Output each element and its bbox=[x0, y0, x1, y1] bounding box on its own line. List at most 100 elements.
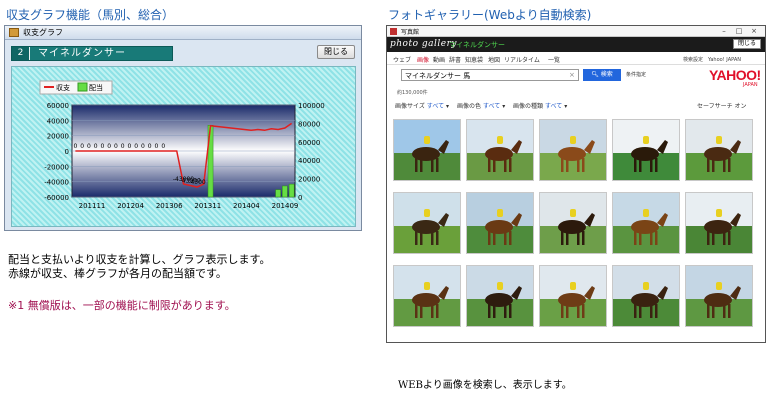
search-button-label: 検索 bbox=[600, 71, 613, 78]
nav-map[interactable]: 地図 bbox=[488, 55, 500, 64]
jockey-icon bbox=[497, 209, 503, 217]
maximize-icon[interactable]: □ bbox=[732, 26, 746, 36]
jockey-icon bbox=[497, 282, 503, 290]
data-label: 0 bbox=[107, 143, 111, 150]
data-label: 0 bbox=[121, 143, 125, 150]
nav-chiebukuro[interactable]: 知恵袋 bbox=[465, 55, 483, 64]
y-right-tick-label: 40000 bbox=[298, 157, 320, 165]
image-thumbnail[interactable] bbox=[393, 192, 461, 254]
description-line-2: 赤線が収支、棒グラフが各月の配当額です。 bbox=[8, 267, 227, 280]
data-label: 0 bbox=[80, 143, 84, 150]
y-left-tick-label: 0 bbox=[65, 148, 69, 156]
y-right-tick-label: 100000 bbox=[298, 102, 325, 110]
window-close-icon[interactable]: × bbox=[747, 26, 761, 36]
filter-type[interactable]: 画像の種類 すべて ▾ bbox=[513, 101, 567, 110]
data-label: 0 bbox=[94, 143, 98, 150]
data-label: 0 bbox=[161, 143, 165, 150]
graph-feature-heading: 収支グラフ機能（馬別、総合） bbox=[6, 8, 175, 22]
photo-gallery-logo: photo gallery bbox=[390, 39, 457, 49]
x-tick-label: 201111 bbox=[79, 202, 106, 210]
gallery-close-button[interactable]: 閉じる bbox=[733, 39, 761, 49]
chart-legend: 収支 配当 bbox=[39, 80, 113, 95]
condition-link[interactable]: 条件指定 bbox=[626, 71, 646, 78]
filter-color[interactable]: 画像の色 すべて ▾ bbox=[457, 101, 505, 110]
search-icon: 🔍︎ bbox=[591, 71, 599, 78]
safe-search-toggle[interactable]: セーフサーチ オン bbox=[697, 101, 747, 110]
payout-bar bbox=[288, 183, 295, 198]
nav-video[interactable]: 動画 bbox=[433, 55, 445, 64]
jockey-icon bbox=[570, 136, 576, 144]
app-icon bbox=[390, 28, 397, 35]
y-left-tick-label: -60000 bbox=[44, 194, 69, 202]
minimize-icon[interactable]: – bbox=[717, 26, 731, 36]
nav-dictionary[interactable]: 辞書 bbox=[449, 55, 461, 64]
image-thumbnail[interactable] bbox=[685, 265, 753, 327]
graph-titlebar: 収支グラフ bbox=[5, 26, 361, 40]
search-button[interactable]: 🔍︎ 検索 bbox=[583, 69, 621, 81]
data-label: 0 bbox=[114, 143, 118, 150]
data-label: 0 bbox=[73, 143, 77, 150]
image-thumbnail[interactable] bbox=[393, 119, 461, 181]
app-icon bbox=[9, 28, 19, 37]
clear-icon[interactable]: × bbox=[569, 71, 575, 79]
web-caption: WEBより画像を検索し、表示します。 bbox=[398, 380, 572, 391]
nav-realtime[interactable]: リアルタイム bbox=[504, 55, 540, 64]
graph-window-title: 収支グラフ bbox=[23, 28, 63, 37]
image-thumbnail[interactable] bbox=[539, 119, 607, 181]
x-tick-label: 201204 bbox=[117, 202, 144, 210]
image-thumbnail[interactable] bbox=[466, 265, 534, 327]
jockey-icon bbox=[424, 136, 430, 144]
filter-size[interactable]: 画像サイズ すべて ▾ bbox=[395, 101, 449, 110]
data-label: 0 bbox=[148, 143, 152, 150]
x-tick-label: 201409 bbox=[272, 202, 299, 210]
legend-bar-swatch bbox=[77, 82, 88, 92]
search-nav: ウェブ 画像 動画 辞書 知恵袋 地図 リアルタイム 一覧 検索設定 Yahoo… bbox=[387, 53, 765, 65]
y-right-tick-label: 20000 bbox=[298, 176, 320, 184]
jockey-icon bbox=[570, 209, 576, 217]
close-button[interactable]: 閉じる bbox=[317, 45, 355, 59]
image-thumbnail[interactable] bbox=[539, 192, 607, 254]
yahoo-logo-sub: JAPAN bbox=[743, 82, 758, 88]
jockey-icon bbox=[570, 282, 576, 290]
image-thumbnail[interactable] bbox=[466, 119, 534, 181]
search-box: × bbox=[401, 69, 579, 81]
nav-images[interactable]: 画像 bbox=[417, 55, 429, 64]
jockey-icon bbox=[716, 282, 722, 290]
y-left-tick-label: 60000 bbox=[47, 102, 69, 110]
horse-number: 2 bbox=[12, 47, 30, 60]
search-input[interactable] bbox=[405, 71, 565, 80]
jockey-icon bbox=[424, 282, 430, 290]
image-thumbnail[interactable] bbox=[685, 119, 753, 181]
legend-label-balance: 収支 bbox=[56, 83, 70, 92]
image-thumbnail[interactable] bbox=[393, 265, 461, 327]
y-left-tick-label: 40000 bbox=[47, 117, 69, 125]
x-tick-label: 201404 bbox=[233, 202, 260, 210]
free-version-note: ※1 無償版は、一部の機能に制限があります。 bbox=[8, 299, 236, 312]
image-thumbnail[interactable] bbox=[612, 119, 680, 181]
image-grid bbox=[393, 119, 757, 339]
jockey-icon bbox=[643, 136, 649, 144]
nav-web[interactable]: ウェブ bbox=[393, 55, 411, 64]
nav-more[interactable]: 一覧 bbox=[548, 55, 560, 64]
yahoo-logo[interactable]: YAHOO! bbox=[709, 67, 761, 83]
payout-bar bbox=[275, 189, 281, 198]
image-thumbnail[interactable] bbox=[466, 192, 534, 254]
payout-bar bbox=[282, 185, 288, 198]
data-label: 0 bbox=[87, 143, 91, 150]
jockey-icon bbox=[643, 282, 649, 290]
chart-frame: 収支 配当 60000 40000 20000 0 -20000 -40000 -60000… bbox=[11, 66, 356, 227]
search-settings-link[interactable]: 検索設定 Yahoo! JAPAN bbox=[683, 56, 741, 63]
image-thumbnail[interactable] bbox=[539, 265, 607, 327]
gallery-titlebar: 写真館 – □ × bbox=[387, 26, 765, 37]
data-label: 0 bbox=[128, 143, 132, 150]
jockey-icon bbox=[497, 136, 503, 144]
description-line-1: 配当と支払いより収支を計算し、グラフ表示します。 bbox=[8, 253, 271, 266]
x-tick-label: 201311 bbox=[194, 202, 221, 210]
y-left-tick-label: -40000 bbox=[44, 179, 69, 187]
data-label: 0 bbox=[155, 143, 159, 150]
image-thumbnail[interactable] bbox=[612, 192, 680, 254]
data-label: 0 bbox=[134, 143, 138, 150]
y-left-tick-label: 20000 bbox=[47, 133, 69, 141]
image-thumbnail[interactable] bbox=[612, 265, 680, 327]
image-thumbnail[interactable] bbox=[685, 192, 753, 254]
